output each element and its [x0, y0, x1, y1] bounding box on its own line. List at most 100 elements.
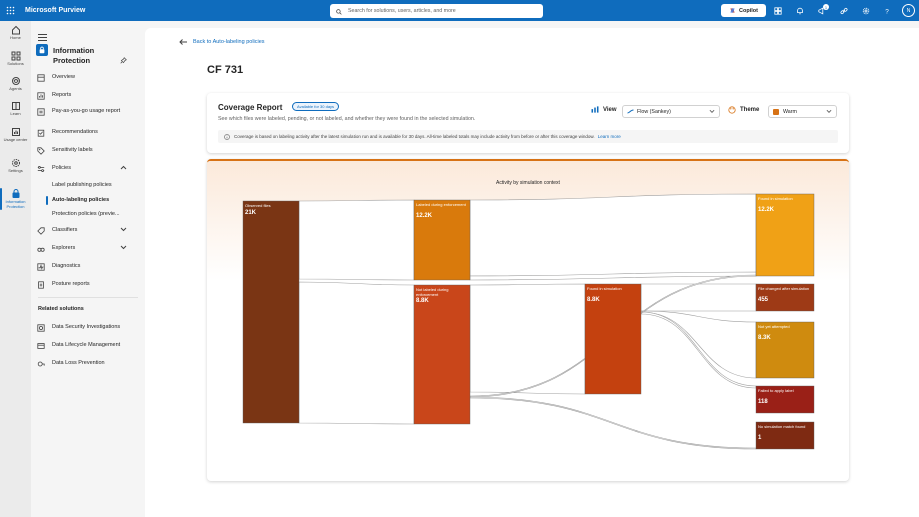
help-icon[interactable]: ? — [881, 5, 892, 16]
nav-label: Posture reports — [52, 281, 90, 287]
nav-item-classifiers[interactable]: Classifiers — [37, 227, 141, 235]
rail-item-usage-center[interactable]: Usage center — [0, 127, 31, 142]
flow-icon — [627, 109, 634, 114]
investigation-icon — [37, 324, 45, 332]
sankey-node-value: 1 — [758, 435, 762, 441]
view-select[interactable]: Flow (Sankey) — [622, 105, 720, 118]
gear-icon — [11, 159, 20, 167]
nav-item-protection-policies[interactable]: Protection policies (previe... — [52, 211, 136, 217]
dlp-icon — [37, 360, 45, 368]
nav-item-auto-labeling-policies[interactable]: Auto-labeling policies — [52, 197, 136, 203]
sankey-node-value: 12.2K — [758, 207, 775, 213]
app-rail: Home Solutions Agents Learn Usage center… — [0, 21, 31, 517]
nav-label: Recommendations — [52, 129, 98, 135]
sankey-node-labeled[interactable] — [413, 199, 471, 281]
sankey-node-label: Not yet attempted — [758, 324, 790, 329]
nav-item-data-lifecycle-management[interactable]: Data Lifecycle Management — [37, 342, 141, 350]
solution-logo — [36, 44, 48, 56]
sankey-node-observed[interactable] — [242, 200, 300, 424]
sankey-node-value: 21K — [245, 209, 257, 216]
nav-item-posture-reports[interactable]: Posture reports — [37, 281, 141, 289]
rail-item-settings[interactable]: Settings — [0, 158, 31, 173]
pin-icon[interactable] — [120, 51, 127, 69]
sankey-node-label: Observed files — [245, 203, 271, 208]
notification-badge: 1 — [823, 4, 829, 10]
coverage-info-text: Coverage is based on labeling activity a… — [234, 134, 595, 139]
nav-item-reports[interactable]: Reports — [37, 92, 141, 100]
theme-select[interactable]: Warm — [768, 105, 837, 118]
nav-label: Pay-as-you-go usage report — [52, 108, 121, 114]
back-link[interactable]: Back to Auto-labeling policies — [179, 39, 265, 45]
nav-label: Data Security Investigations — [52, 324, 121, 330]
search-box[interactable]: Search for solutions, users, articles, a… — [330, 4, 543, 18]
coverage-report-title: Coverage Report — [218, 103, 283, 112]
copilot-button[interactable]: Copilot — [721, 4, 766, 17]
nav-item-sensitivity-labels[interactable]: Sensitivity labels — [37, 147, 141, 155]
sankey-link[interactable] — [469, 193, 757, 277]
nav-item-data-loss-prevention[interactable]: Data Loss Prevention — [37, 360, 141, 368]
nav-item-recommendations[interactable]: Recommendations — [37, 129, 141, 137]
sankey-node-notyet[interactable] — [755, 321, 815, 379]
nav-label: Explorers — [52, 245, 76, 251]
rail-item-learn[interactable]: Learn — [0, 101, 31, 116]
avatar[interactable]: N — [902, 4, 915, 17]
nav-label: Policies — [52, 165, 71, 171]
clipboard-icon — [37, 129, 45, 137]
nav-item-overview[interactable]: Overview — [37, 74, 141, 82]
sankey-chart-card: Activity by simulation context Observed … — [207, 159, 849, 481]
main-content: Back to Auto-labeling policies CF 731 Co… — [145, 28, 919, 517]
nav-item-policies[interactable]: Policies — [37, 165, 141, 173]
rail-item-agents[interactable]: Agents — [0, 76, 31, 91]
rail-item-information-protection[interactable]: Information Protection — [0, 189, 31, 209]
nav-item-diagnostics[interactable]: Diagnostics — [37, 263, 141, 271]
sankey-node-notlabeled[interactable] — [413, 284, 471, 425]
nav-item-explorers[interactable]: Explorers — [37, 245, 141, 253]
sankey-link[interactable] — [298, 281, 415, 425]
top-bar: Microsoft Purview Search for solutions, … — [0, 0, 919, 21]
report-icon — [37, 92, 45, 100]
back-link-label: Back to Auto-labeling policies — [193, 39, 265, 45]
sankey-link[interactable] — [298, 199, 415, 281]
rail-label: Home — [10, 35, 21, 40]
gear-icon[interactable] — [860, 5, 871, 16]
navigation-pane: Information Protection Overview Reports … — [31, 21, 145, 517]
apps-icon[interactable] — [772, 5, 783, 16]
binoculars-icon — [37, 245, 45, 253]
sankey-chart — [242, 193, 815, 450]
view-label-text: View — [603, 106, 617, 113]
nav-item-data-security-investigations[interactable]: Data Security Investigations — [37, 324, 141, 332]
nav-item-label-publishing-policies[interactable]: Label publishing policies — [52, 182, 136, 188]
rail-label: Settings — [8, 168, 23, 173]
chevron-down-icon — [120, 245, 127, 253]
arrow-left-icon — [179, 39, 187, 45]
nav-item-payg-report[interactable]: Pay-as-you-go usage report — [37, 108, 141, 116]
sankey-link[interactable] — [640, 310, 757, 379]
rail-item-home[interactable]: Home — [0, 25, 31, 40]
copilot-icon — [730, 8, 735, 13]
sankey-link[interactable] — [469, 283, 586, 395]
coverage-report-subtitle: See which files were labeled, pending, o… — [218, 116, 476, 122]
theme-select-value: Warm — [783, 108, 797, 115]
diagnostics-icon — [37, 263, 45, 271]
nav-label: Overview — [52, 74, 75, 80]
sankey-node-value: 8.8K — [587, 297, 600, 303]
app-launcher-icon[interactable] — [0, 0, 21, 21]
sankey-link[interactable] — [469, 396, 757, 450]
brand-name[interactable]: Microsoft Purview — [25, 7, 85, 14]
palette-icon — [728, 106, 736, 114]
grid-icon — [11, 51, 20, 61]
search-icon — [336, 2, 342, 20]
bell-icon[interactable] — [794, 5, 805, 16]
coverage-report-card: Coverage Report Available for 30 days Se… — [207, 93, 849, 153]
shield-lock-icon — [12, 189, 19, 198]
theme-label-text: Theme — [740, 107, 760, 113]
nav-label: Diagnostics — [52, 263, 81, 269]
rail-item-solutions[interactable]: Solutions — [0, 51, 31, 66]
sankey-node-value: 455 — [758, 297, 769, 303]
sankey-link[interactable] — [640, 283, 757, 312]
learn-more-link[interactable]: Learn more — [598, 134, 621, 139]
sankey-node-label: Labeled during enforcement — [416, 202, 466, 207]
solution-title: Information Protection — [53, 46, 95, 65]
link-icon[interactable] — [838, 5, 849, 16]
nav-label: Data Loss Prevention — [52, 360, 105, 366]
